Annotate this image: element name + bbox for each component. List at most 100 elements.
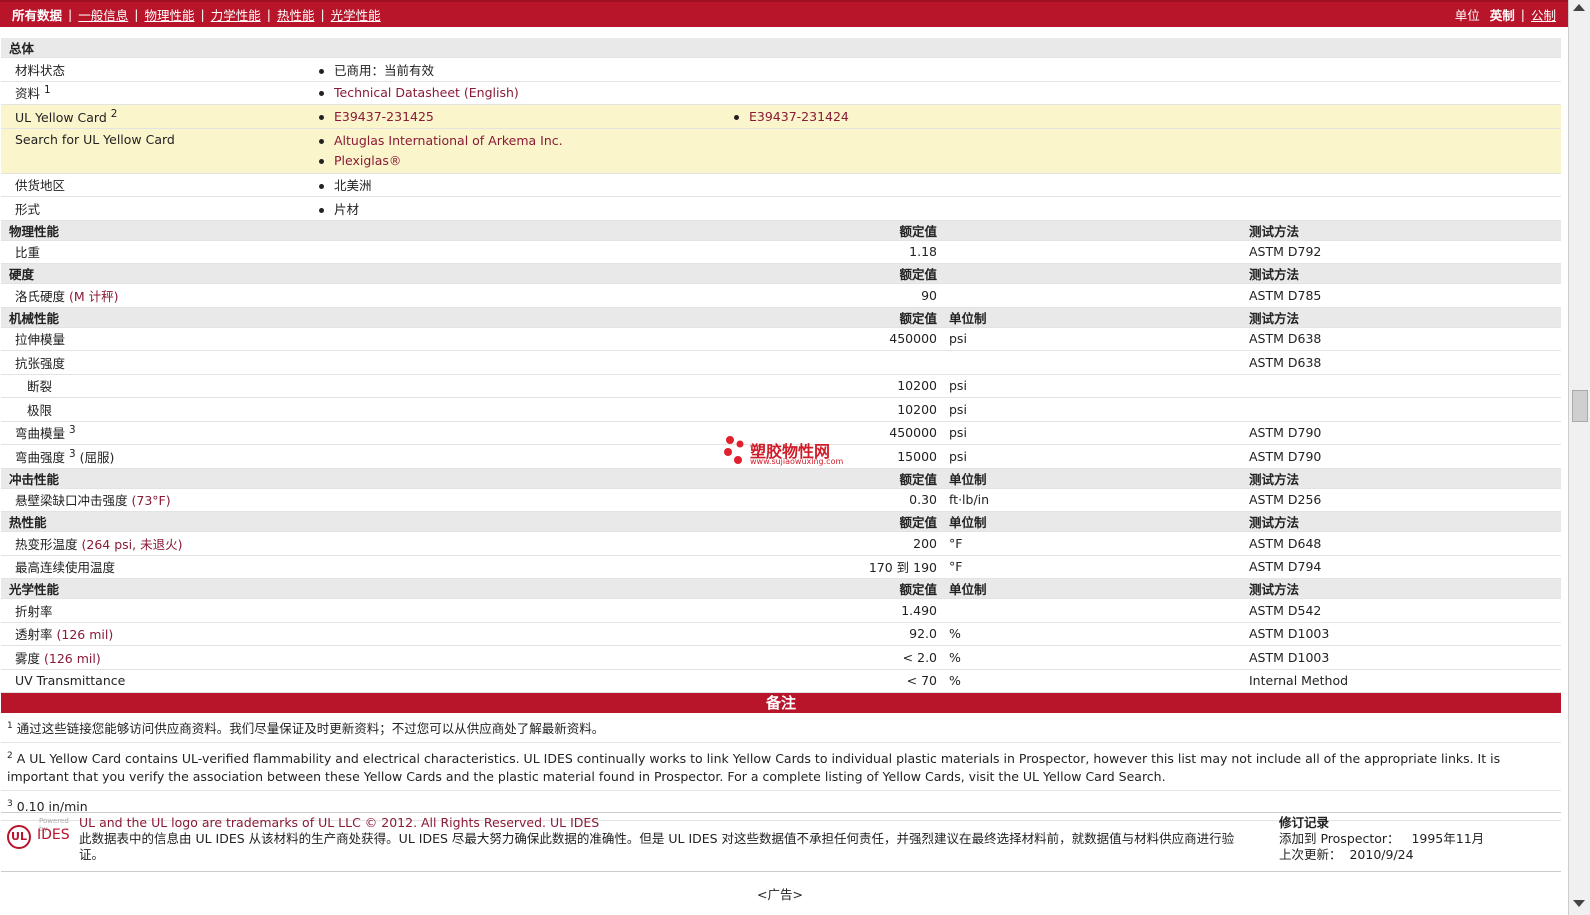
col-header-value: 额定值 (726, 263, 941, 284)
section-header-optical: 光学性能 额定值 单位制 测试方法 (1, 578, 1561, 599)
ul-ides-logo: Powered by UL IDES (7, 817, 71, 853)
datasheet-link[interactable]: Technical Datasheet (English) (334, 85, 519, 100)
section-tabs: 所有数据 | 一般信息 | 物理性能 | 力学性能 | 热性能 | 光学性能 (0, 5, 381, 24)
tab-mechanical[interactable]: 力学性能 (211, 5, 261, 24)
supplier-link[interactable]: Altuglas International of Arkema Inc. (334, 133, 563, 148)
ul-logo-icon: UL (7, 825, 31, 849)
row-method: ASTM D790 (1241, 421, 1561, 445)
row-label: 材料状态 (1, 57, 311, 82)
revision-history: 修订记录 添加到 Prospector： 1995年11月 上次更新： 2010… (1279, 815, 1484, 863)
row-value: 90 (726, 283, 941, 308)
tab-physical[interactable]: 物理性能 (144, 5, 194, 24)
table-row: 供货地区 北美洲 (1, 173, 1561, 197)
row-label: 洛氏硬度 (M 计秤) (1, 283, 726, 308)
section-title: 光学性能 (1, 578, 726, 599)
row-value: 170 到 190 (726, 555, 941, 579)
row-label: 热变形温度 (264 psi, 未退火) (1, 531, 726, 556)
watermark: 塑胶物性网 www.sujiaowuxing.com (722, 432, 852, 471)
row-label: 抗张强度 (1, 350, 726, 375)
col-header-method: 测试方法 (1241, 307, 1561, 328)
row-method: ASTM D790 (1241, 444, 1561, 469)
row-label: 透射率 (126 mil) (1, 622, 726, 646)
revision-title: 修订记录 (1279, 815, 1330, 830)
section-title: 硬度 (1, 263, 726, 284)
table-row: 资料 1 Technical Datasheet (English) (1, 81, 1561, 105)
tab-general-info[interactable]: 一般信息 (78, 5, 128, 24)
col-header-method: 测试方法 (1241, 578, 1561, 599)
col-header-method: 测试方法 (1241, 220, 1561, 241)
row-value: 1.18 (726, 240, 941, 264)
bullet-icon (319, 138, 324, 144)
row-method: ASTM D256 (1241, 488, 1561, 512)
row-method (1241, 374, 1561, 398)
row-label: 供货地区 (1, 173, 311, 197)
tab-separator: | (134, 7, 139, 22)
scroll-thumb[interactable] (1572, 390, 1588, 422)
row-unit: °F (941, 555, 1241, 579)
tab-separator: | (320, 7, 325, 22)
section-title: 物理性能 (1, 220, 726, 241)
row-value (726, 350, 941, 375)
yellow-card-link[interactable]: E39437-231424 (749, 109, 849, 124)
table-row: 极限 10200 psi (1, 397, 1561, 422)
row-method: ASTM D1003 (1241, 645, 1561, 670)
row-method: ASTM D785 (1241, 283, 1561, 308)
tab-separator: | (68, 7, 73, 22)
table-row: 拉伸模量 450000 psi ASTM D638 (1, 327, 1561, 351)
table-row: 洛氏硬度 (M 计秤) 90 ASTM D785 (1, 283, 1561, 308)
row-unit: ft·lb/in (941, 488, 1241, 512)
section-title: 总体 (1, 38, 1561, 58)
units-label: 单位 (1454, 8, 1480, 23)
tab-optical[interactable]: 光学性能 (331, 5, 381, 24)
row-label: 弯曲模量 3 (1, 421, 726, 445)
table-row: 悬壁梁缺口冲击强度 (73°F) 0.30 ft·lb/in ASTM D256 (1, 488, 1561, 512)
bullet-icon (319, 184, 324, 190)
scroll-down-arrow[interactable] (1573, 900, 1585, 907)
row-label: 最高连续使用温度 (1, 555, 726, 579)
table-row: 抗张强度 ASTM D638 (1, 350, 1561, 375)
row-method: ASTM D1003 (1241, 622, 1561, 646)
row-label: 悬壁梁缺口冲击强度 (73°F) (1, 488, 726, 512)
row-unit (941, 598, 1241, 623)
section-header-thermal: 热性能 额定值 单位制 测试方法 (1, 511, 1561, 532)
row-unit: psi (941, 444, 1241, 469)
tab-separator: | (266, 7, 271, 22)
col-header-method: 测试方法 (1241, 263, 1561, 284)
section-title: 热性能 (1, 511, 726, 532)
row-unit: psi (941, 397, 1241, 422)
row-value: 10200 (726, 397, 941, 422)
row-label: 折射率 (1, 598, 726, 623)
row-value: 0.30 (726, 488, 941, 512)
row-value: < 2.0 (726, 645, 941, 670)
bullet-icon (319, 68, 324, 74)
tab-thermal[interactable]: 热性能 (277, 5, 315, 24)
yellow-card-link[interactable]: E39437-231425 (334, 109, 434, 124)
brand-link[interactable]: Plexiglas® (334, 153, 401, 168)
col-header-value: 额定值 (726, 307, 941, 328)
row-label: 形式 (1, 196, 311, 221)
table-row: 断裂 10200 psi (1, 374, 1561, 398)
unit-metric[interactable]: 公制 (1531, 5, 1556, 24)
section-header-physical: 物理性能 额定值 测试方法 (1, 220, 1561, 241)
ad-label: <广告> (757, 887, 803, 902)
section-header-hardness: 硬度 额定值 测试方法 (1, 263, 1561, 284)
row-value: 200 (726, 531, 941, 556)
col-header-value: 额定值 (726, 511, 941, 532)
section-header-general: 总体 (1, 38, 1561, 58)
row-method: Internal Method (1241, 669, 1561, 693)
tab-all-data[interactable]: 所有数据 (12, 5, 62, 24)
table-row: 比重 1.18 ASTM D792 (1, 240, 1561, 264)
row-method: ASTM D638 (1241, 350, 1561, 375)
row-unit (941, 283, 1241, 308)
unit-separator: | (1520, 7, 1525, 22)
unit-imperial[interactable]: 英制 (1490, 5, 1515, 24)
datasheet-table: 总体 材料状态 已商用：当前有效 资料 1 Technical Datashee… (1, 38, 1561, 693)
col-header-unit: 单位制 (941, 578, 1241, 599)
footnote: 2 A UL Yellow Card contains UL-verified … (1, 743, 1561, 792)
scroll-up-arrow[interactable] (1573, 4, 1585, 11)
vertical-scrollbar[interactable] (1568, 0, 1590, 915)
row-label: 极限 (1, 397, 726, 422)
col-header-value: 额定值 (726, 578, 941, 599)
footer: Powered by UL IDES UL and the UL logo ar… (1, 812, 1561, 872)
row-method: ASTM D794 (1241, 555, 1561, 579)
